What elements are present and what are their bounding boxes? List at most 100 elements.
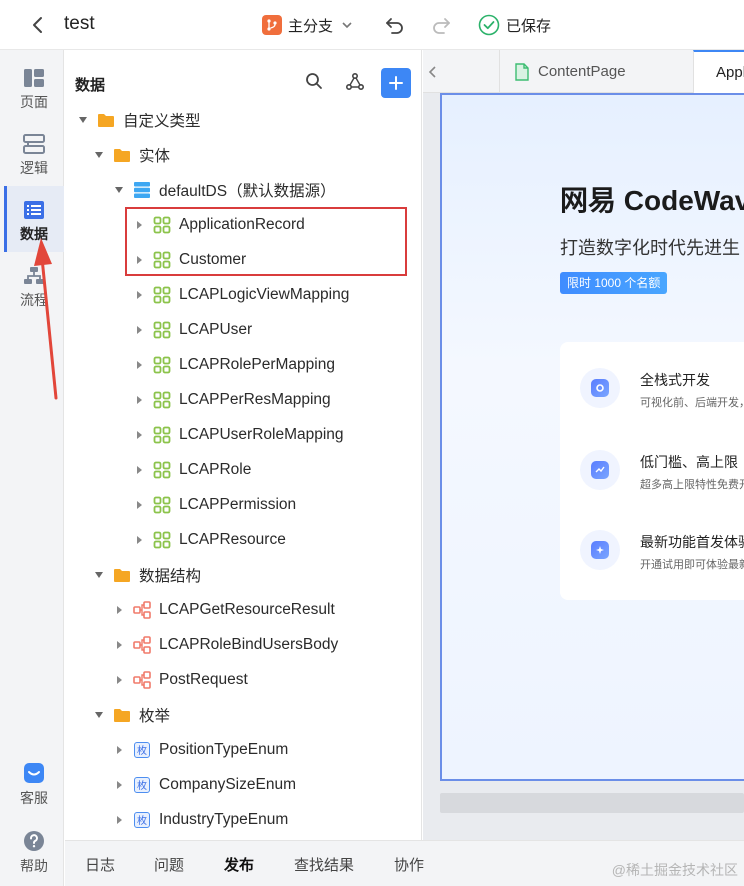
tab-contentpage[interactable]: ContentPage bbox=[499, 50, 693, 93]
chevron-left-icon bbox=[33, 17, 42, 33]
graph-icon bbox=[345, 72, 365, 91]
caret-right-icon[interactable] bbox=[133, 534, 145, 546]
caret-right-icon[interactable] bbox=[113, 814, 125, 826]
search-button[interactable] bbox=[305, 72, 323, 95]
tree-node-label: PositionTypeEnum bbox=[159, 740, 289, 758]
tree-node-lcaprolepermapping[interactable]: LCAPRolePerMapping bbox=[65, 347, 421, 382]
bottom-tab-search-results[interactable]: 查找结果 bbox=[294, 854, 354, 875]
branch-label: 主分支 bbox=[288, 17, 334, 35]
tree-node-folder-17[interactable]: 枚举 bbox=[65, 697, 421, 732]
help-icon bbox=[24, 831, 44, 851]
tree-node-lcapuser[interactable]: LCAPUser bbox=[65, 312, 421, 347]
tree-node-label: ApplicationRecord bbox=[179, 215, 305, 233]
tree-node-positiontypeenum[interactable]: 枚 PositionTypeEnum bbox=[65, 732, 421, 767]
add-button[interactable] bbox=[381, 68, 411, 98]
tree-node-companysizeenum[interactable]: 枚 CompanySizeEnum bbox=[65, 767, 421, 802]
caret-right-icon[interactable] bbox=[133, 324, 145, 336]
entity-icon bbox=[153, 356, 171, 374]
redo-button[interactable] bbox=[430, 14, 452, 36]
caret-right-icon[interactable] bbox=[113, 744, 125, 756]
entity-icon bbox=[153, 426, 171, 444]
tree-node-postrequest[interactable]: PostRequest bbox=[65, 662, 421, 697]
folder-icon bbox=[97, 111, 115, 129]
entity-icon bbox=[153, 461, 171, 479]
caret-right-icon[interactable] bbox=[133, 394, 145, 406]
caret-right-icon[interactable] bbox=[113, 604, 125, 616]
caret-down-icon[interactable] bbox=[77, 114, 89, 126]
tree-node-lcaprole[interactable]: LCAPRole bbox=[65, 452, 421, 487]
tree-node-lcaprolebindusersbody[interactable]: LCAPRoleBindUsersBody bbox=[65, 627, 421, 662]
rail-item-logic[interactable]: 逻辑 bbox=[4, 120, 64, 186]
feature-item: 低门槛、高上限 超多高上限特性免费开 bbox=[560, 446, 744, 506]
bottom-tab-problems[interactable]: 问题 bbox=[154, 854, 184, 875]
caret-right-icon[interactable] bbox=[113, 674, 125, 686]
caret-right-icon[interactable] bbox=[113, 639, 125, 651]
caret-right-icon[interactable] bbox=[133, 254, 145, 266]
rail-item-label: 帮助 bbox=[20, 858, 48, 874]
support-icon bbox=[24, 763, 44, 783]
bottom-tab-collaboration[interactable]: 协作 bbox=[394, 854, 424, 875]
tree-node-customer[interactable]: Customer bbox=[65, 242, 421, 277]
structure-icon bbox=[133, 600, 151, 619]
undo-button[interactable] bbox=[384, 14, 406, 36]
tree-node-label: LCAPLogicViewMapping bbox=[179, 285, 350, 303]
tabs-scroll-left[interactable] bbox=[423, 50, 443, 93]
tree-node-lcapperresmapping[interactable]: LCAPPerResMapping bbox=[65, 382, 421, 417]
caret-down-icon[interactable] bbox=[93, 709, 105, 721]
rail-item-label: 客服 bbox=[20, 790, 48, 806]
rail-item-page[interactable]: 页面 bbox=[4, 54, 64, 120]
tree-node-folder-13[interactable]: 数据结构 bbox=[65, 557, 421, 592]
tree-node-label: LCAPGetResourceResult bbox=[159, 600, 335, 618]
caret-right-icon[interactable] bbox=[133, 359, 145, 371]
tree-node-folder-1[interactable]: 实体 bbox=[65, 137, 421, 172]
tree-node-label: LCAPResource bbox=[179, 530, 286, 548]
tree-node-applicationrecord[interactable]: ApplicationRecord bbox=[65, 207, 421, 242]
tree-node-industrytypeenum[interactable]: 枚 IndustryTypeEnum bbox=[65, 802, 421, 837]
tree-node-folder-0[interactable]: 自定义类型 bbox=[65, 102, 421, 137]
tree-node-lcapresource[interactable]: LCAPResource bbox=[65, 522, 421, 557]
tree-node-label: LCAPUser bbox=[179, 320, 253, 338]
caret-right-icon[interactable] bbox=[133, 499, 145, 511]
caret-down-icon[interactable] bbox=[93, 149, 105, 161]
caret-right-icon[interactable] bbox=[133, 289, 145, 301]
rail-item-support[interactable]: 客服 bbox=[4, 748, 64, 814]
caret-right-icon[interactable] bbox=[133, 429, 145, 441]
chevron-left-icon bbox=[428, 65, 436, 78]
back-button[interactable] bbox=[28, 14, 48, 36]
tree-node-lcappermission[interactable]: LCAPPermission bbox=[65, 487, 421, 522]
feature-desc: 超多高上限特性免费开 bbox=[640, 479, 744, 491]
tab-application[interactable]: Appli bbox=[693, 50, 744, 93]
folder-icon bbox=[113, 566, 131, 584]
rail-item-help[interactable]: 帮助 bbox=[4, 816, 64, 882]
feature-icon-wrap bbox=[580, 368, 620, 408]
app-title: test bbox=[64, 13, 95, 34]
feature-card: 全栈式开发 可视化前、后端开发， 低门槛、高上限 超多高上限特性免费开 最新功能… bbox=[560, 342, 744, 600]
bottom-tab-log[interactable]: 日志 bbox=[85, 854, 115, 875]
relationship-view-button[interactable] bbox=[345, 72, 365, 97]
caret-down-icon[interactable] bbox=[113, 184, 125, 196]
branch-selector[interactable]: 主分支 bbox=[262, 14, 353, 36]
tree-node-lcapuserrolemapping[interactable]: LCAPUserRoleMapping bbox=[65, 417, 421, 452]
feature-title: 低门槛、高上限 bbox=[640, 454, 738, 470]
bottom-tab-publish[interactable]: 发布 bbox=[224, 854, 254, 875]
entity-icon bbox=[153, 286, 171, 304]
enum-badge: 枚 bbox=[134, 811, 150, 828]
caret-right-icon[interactable] bbox=[113, 779, 125, 791]
annotation-arrow-icon bbox=[34, 238, 58, 400]
horizontal-scrollbar[interactable] bbox=[440, 793, 744, 813]
tree-node-defaultds[interactable]: defaultDS（默认数据源） bbox=[65, 172, 421, 207]
enum-badge: 枚 bbox=[134, 741, 150, 758]
rail-item-label: 逻辑 bbox=[20, 160, 48, 176]
tree-node-lcaplogicviewmapping[interactable]: LCAPLogicViewMapping bbox=[65, 277, 421, 312]
caret-right-icon[interactable] bbox=[133, 464, 145, 476]
caret-right-icon[interactable] bbox=[133, 219, 145, 231]
caret-down-icon[interactable] bbox=[93, 569, 105, 581]
page-canvas[interactable]: 网易 CodeWav 打造数字化时代先进生 限时 1000 个名额 全栈式开发 … bbox=[440, 93, 744, 781]
entity-icon bbox=[153, 251, 171, 269]
logic-icon bbox=[23, 134, 45, 154]
tree-node-label: 枚举 bbox=[139, 707, 171, 725]
tree-node-label: 自定义类型 bbox=[123, 112, 201, 130]
tree-node-label: LCAPRolePerMapping bbox=[179, 355, 335, 373]
promo-badge: 限时 1000 个名额 bbox=[560, 272, 668, 294]
tree-node-lcapgetresourceresult[interactable]: LCAPGetResourceResult bbox=[65, 592, 421, 627]
